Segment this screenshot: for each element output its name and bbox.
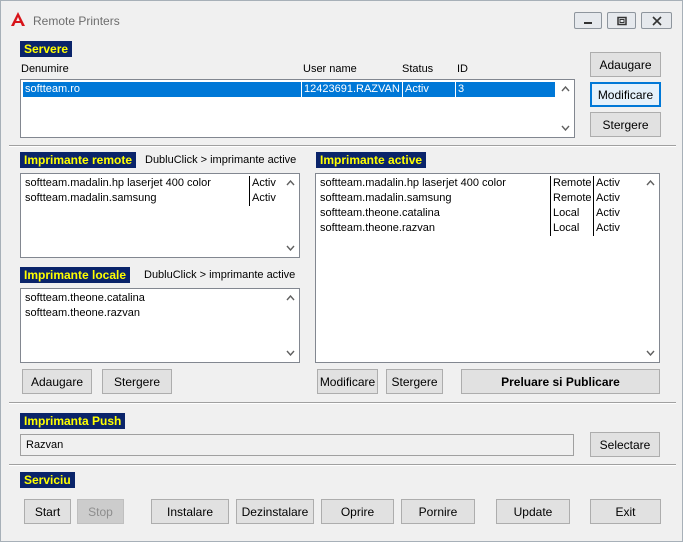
separator bbox=[9, 464, 676, 466]
maximize-button[interactable] bbox=[607, 12, 636, 29]
server-delete-button[interactable]: Stergere bbox=[590, 112, 661, 137]
active-modify-button[interactable]: Modificare bbox=[317, 369, 378, 394]
restore-icon bbox=[616, 16, 627, 25]
select-push-button[interactable]: Selectare bbox=[590, 432, 660, 457]
chevron-down-icon[interactable] bbox=[286, 350, 295, 356]
close-icon bbox=[651, 15, 662, 26]
printer-type: Local bbox=[550, 206, 593, 221]
table-row[interactable]: softteam.ro 12423691.RAZVAN Activ 3 bbox=[23, 82, 555, 97]
printer-name: softteam.madalin.hp laserjet 400 color bbox=[25, 177, 211, 189]
list-item[interactable]: softteam.theone.razvan bbox=[23, 306, 283, 321]
printer-type: Remote bbox=[550, 176, 593, 191]
remote-scrollbar[interactable] bbox=[282, 174, 299, 257]
active-scrollbar[interactable] bbox=[642, 174, 659, 362]
chevron-down-icon[interactable] bbox=[286, 245, 295, 251]
printer-name: softteam.theone.razvan bbox=[25, 307, 140, 319]
uninstall-button[interactable]: Dezinstalare bbox=[236, 499, 314, 524]
active-printers-list[interactable]: softteam.madalin.hp laserjet 400 color R… bbox=[315, 173, 660, 363]
chevron-up-icon[interactable] bbox=[646, 180, 655, 186]
window-title: Remote Printers bbox=[33, 14, 120, 28]
printer-status: Activ bbox=[593, 191, 643, 206]
col-denumire: Denumire bbox=[21, 63, 69, 75]
push-title: Imprimanta Push bbox=[20, 413, 126, 429]
locale-scrollbar[interactable] bbox=[282, 289, 299, 362]
server-add-button[interactable]: Adaugare bbox=[590, 52, 661, 77]
locale-hint: DubluClick > imprimante active bbox=[144, 269, 296, 281]
printer-status: Activ bbox=[593, 206, 643, 221]
local-printers-list[interactable]: softteam.theone.catalina softteam.theone… bbox=[20, 288, 300, 363]
chevron-up-icon[interactable] bbox=[286, 295, 295, 301]
server-id: 3 bbox=[455, 82, 555, 97]
col-id: ID bbox=[457, 63, 468, 75]
remote-title: Imprimante remote bbox=[20, 152, 137, 168]
printer-status: Activ bbox=[249, 191, 283, 206]
server-name: softteam.ro bbox=[25, 83, 81, 95]
printer-name: softteam.madalin.hp laserjet 400 color bbox=[320, 177, 506, 189]
minimize-button[interactable] bbox=[574, 12, 602, 29]
servere-scrollbar[interactable] bbox=[557, 80, 574, 137]
table-row[interactable]: softteam.madalin.samsung Remote Activ bbox=[318, 191, 643, 206]
locale-title: Imprimante locale bbox=[20, 267, 131, 283]
col-user-name: User name bbox=[303, 63, 357, 75]
printer-name: softteam.madalin.samsung bbox=[25, 192, 157, 204]
printer-name: softteam.theone.catalina bbox=[320, 207, 440, 219]
publish-button[interactable]: Preluare si Publicare bbox=[461, 369, 660, 394]
servere-list[interactable]: softteam.ro 12423691.RAZVAN Activ 3 bbox=[20, 79, 575, 138]
printer-type: Local bbox=[550, 221, 593, 236]
stop-button[interactable]: Stop bbox=[77, 499, 124, 524]
col-status: Status bbox=[402, 63, 434, 75]
server-modify-button[interactable]: Modificare bbox=[590, 82, 661, 107]
start-button[interactable]: Start bbox=[24, 499, 71, 524]
pornire-button[interactable]: Pornire bbox=[401, 499, 475, 524]
printer-type: Remote bbox=[550, 191, 593, 206]
printer-status: Activ bbox=[249, 176, 283, 191]
printer-status: Activ bbox=[593, 221, 643, 236]
local-delete-button[interactable]: Stergere bbox=[102, 369, 172, 394]
printer-status: Activ bbox=[593, 176, 643, 191]
active-title: Imprimante active bbox=[316, 152, 427, 168]
local-add-button[interactable]: Adaugare bbox=[22, 369, 92, 394]
oprire-button[interactable]: Oprire bbox=[321, 499, 394, 524]
list-item[interactable]: softteam.theone.catalina bbox=[23, 291, 283, 306]
minimize-icon bbox=[584, 21, 592, 24]
list-item[interactable]: softteam.madalin.hp laserjet 400 color A… bbox=[23, 176, 283, 191]
remote-printers-list[interactable]: softteam.madalin.hp laserjet 400 color A… bbox=[20, 173, 300, 258]
printer-name: softteam.theone.catalina bbox=[25, 292, 145, 304]
push-printer-field[interactable]: Razvan bbox=[20, 434, 574, 456]
chevron-down-icon[interactable] bbox=[646, 350, 655, 356]
serviciu-title: Serviciu bbox=[20, 472, 75, 488]
update-button[interactable]: Update bbox=[496, 499, 570, 524]
close-button[interactable] bbox=[641, 12, 672, 29]
active-delete-button[interactable]: Stergere bbox=[386, 369, 443, 394]
exit-button[interactable]: Exit bbox=[590, 499, 661, 524]
app-window: Remote Printers Servere Denumire User na… bbox=[0, 0, 683, 542]
title-bar: Remote Printers bbox=[1, 1, 682, 33]
table-row[interactable]: softteam.theone.razvan Local Activ bbox=[318, 221, 643, 236]
table-row[interactable]: softteam.theone.catalina Local Activ bbox=[318, 206, 643, 221]
chevron-up-icon[interactable] bbox=[286, 180, 295, 186]
chevron-up-icon[interactable] bbox=[561, 86, 570, 92]
server-status: Activ bbox=[402, 82, 455, 97]
servere-title: Servere bbox=[20, 41, 73, 57]
table-row[interactable]: softteam.madalin.hp laserjet 400 color R… bbox=[318, 176, 643, 191]
separator bbox=[9, 402, 676, 404]
separator bbox=[9, 145, 676, 147]
app-logo-icon bbox=[11, 12, 25, 26]
chevron-down-icon[interactable] bbox=[561, 125, 570, 131]
install-button[interactable]: Instalare bbox=[151, 499, 229, 524]
remote-hint: DubluClick > imprimante active bbox=[145, 154, 297, 166]
printer-name: softteam.theone.razvan bbox=[320, 222, 435, 234]
list-item[interactable]: softteam.madalin.samsung Activ bbox=[23, 191, 283, 206]
server-user: 12423691.RAZVAN bbox=[301, 82, 402, 97]
printer-name: softteam.madalin.samsung bbox=[320, 192, 452, 204]
